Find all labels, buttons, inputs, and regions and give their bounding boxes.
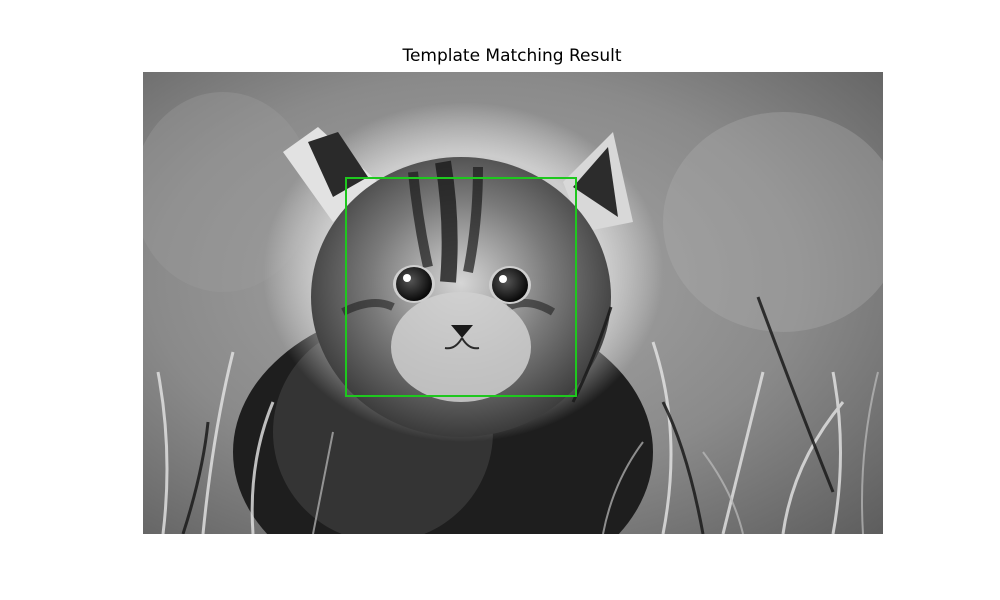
figure-title: Template Matching Result <box>402 46 622 66</box>
result-image <box>143 72 883 534</box>
match-bounding-box <box>345 177 577 397</box>
